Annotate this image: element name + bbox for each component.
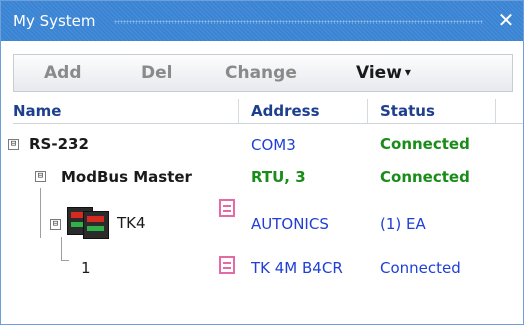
window-title: My System [13, 12, 96, 30]
row-status: Connected [380, 168, 470, 186]
title-bar[interactable]: My System ✕ [1, 1, 523, 41]
row-name: TK4 [117, 214, 146, 232]
row-name: RS-232 [29, 135, 89, 153]
register-map-icon[interactable] [219, 256, 235, 274]
row-name: 1 [81, 259, 91, 277]
column-divider[interactable] [367, 99, 368, 123]
row-status: (1) EA [380, 215, 426, 233]
row-status: Connected [380, 259, 461, 277]
tree-row[interactable]: ⊟ TK4 AUTONICS (1) EA [1, 199, 524, 240]
column-header-address[interactable]: Address [251, 102, 320, 120]
controller-device-icon [83, 211, 109, 239]
row-address: AUTONICS [251, 215, 329, 233]
view-menu-label: View [356, 63, 402, 83]
column-header-name[interactable]: Name [13, 102, 61, 120]
collapse-icon[interactable]: ⊟ [8, 139, 19, 150]
add-button[interactable]: Add [44, 63, 82, 83]
row-address: TK 4M B4CR [251, 259, 343, 277]
my-system-window: My System ✕ Add Del Change View ▾ Name Ad… [0, 0, 524, 325]
collapse-icon[interactable]: ⊟ [50, 219, 61, 230]
row-name: ModBus Master [61, 168, 192, 186]
row-address: COM3 [251, 136, 296, 154]
view-menu-button[interactable]: View ▾ [356, 63, 411, 83]
chevron-down-icon: ▾ [404, 65, 411, 79]
register-map-icon[interactable] [219, 199, 235, 217]
collapse-icon[interactable]: ⊟ [35, 171, 46, 182]
column-header-status[interactable]: Status [380, 102, 435, 120]
toolbar: Add Del Change View ▾ [13, 54, 513, 92]
del-button[interactable]: Del [141, 63, 172, 83]
tree-row[interactable]: 1 TK 4M B4CR Connected [1, 256, 524, 280]
tree-row[interactable]: ⊟ ModBus Master RTU, 3 Connected [1, 166, 524, 190]
tree-row[interactable]: ⊟ RS-232 COM3 Connected [1, 133, 524, 157]
column-divider[interactable] [238, 99, 239, 123]
title-bar-grip[interactable] [114, 20, 483, 24]
change-button[interactable]: Change [225, 63, 297, 83]
row-status: Connected [380, 135, 470, 153]
close-icon[interactable]: ✕ [495, 9, 517, 31]
column-divider[interactable] [495, 99, 496, 123]
row-address: RTU, 3 [251, 168, 306, 186]
column-header: Name Address Status [13, 99, 523, 124]
